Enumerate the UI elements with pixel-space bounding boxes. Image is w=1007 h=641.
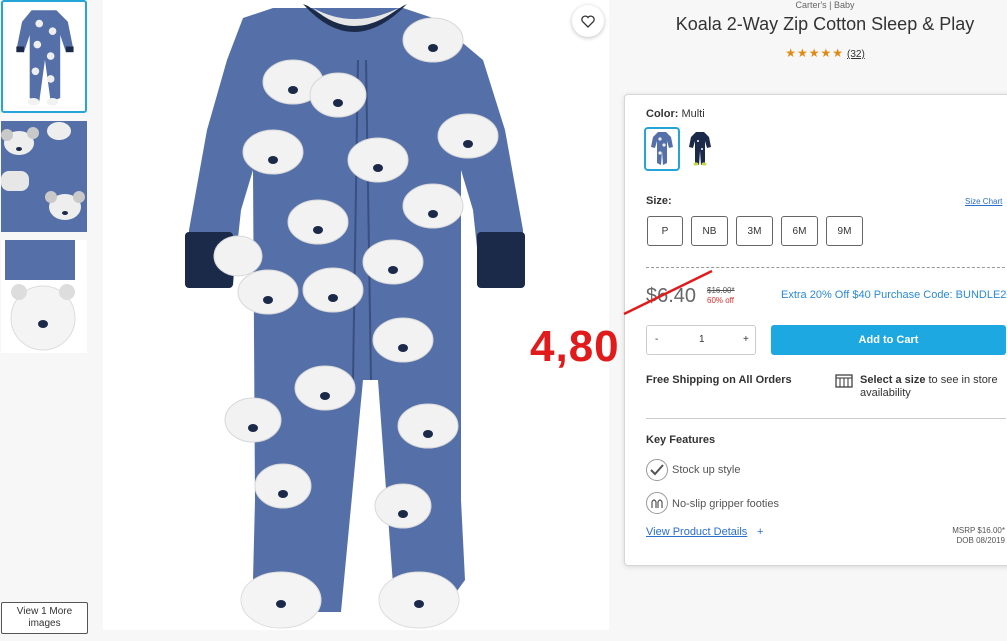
size-option-nb[interactable]: NB <box>691 216 728 246</box>
promo-link[interactable]: Extra 20% Off $40 Purchase Code: BUNDLE2… <box>781 289 1007 301</box>
feature-stock-up: Stock up style <box>672 464 741 476</box>
brand-breadcrumb[interactable]: Carter's | Baby <box>620 0 1007 10</box>
main-product-image <box>103 0 609 630</box>
size-option-p[interactable]: P <box>647 216 683 246</box>
price-strike-annotation <box>623 269 713 316</box>
product-title: Koala 2-Way Zip Cotton Sleep & Play <box>675 14 975 34</box>
size-chart-link[interactable]: Size Chart <box>965 197 1002 206</box>
color-value: Multi <box>681 108 705 120</box>
size-option-6m[interactable]: 6M <box>781 216 818 246</box>
quantity-value[interactable]: 1 <box>699 334 705 345</box>
purchase-panel: Color: Multi Size: Size Chart P NB 3M 6M… <box>624 94 1007 566</box>
store-icon <box>835 374 853 393</box>
quantity-increment-button[interactable]: + <box>743 334 749 345</box>
quantity-decrement-button[interactable]: - <box>655 334 658 345</box>
free-shipping-text: Free Shipping on All Orders <box>646 374 792 386</box>
product-page: View 1 More images Carter's | Baby Koala… <box>0 0 1007 641</box>
thumbnail-footie[interactable] <box>1 240 87 353</box>
view-product-details-link[interactable]: View Product Details <box>646 526 747 538</box>
thumbnail-rail: View 1 More images <box>0 0 92 641</box>
quantity-stepper[interactable]: - 1 + <box>646 325 756 355</box>
koala-blue-swatch[interactable] <box>644 127 680 171</box>
expand-plus-icon[interactable]: + <box>757 526 763 538</box>
divider <box>646 418 1006 419</box>
size-label: Size: <box>646 195 672 207</box>
key-features-title: Key Features <box>646 434 716 446</box>
size-option-9m[interactable]: 9M <box>826 216 863 246</box>
review-count-link[interactable]: (32) <box>847 49 865 60</box>
msrp-info: MSRP $16.00* DOB 08/2019 <box>952 526 1005 545</box>
thumbnail-fabric[interactable] <box>1 121 87 232</box>
view-more-images-button[interactable]: View 1 More images <box>1 602 88 634</box>
heart-icon <box>581 14 595 28</box>
star-rating-icons: ★★★★★ <box>785 46 844 60</box>
feature-gripper-footies: No-slip gripper footies <box>672 498 779 510</box>
favorite-button[interactable] <box>572 5 604 37</box>
store-availability[interactable]: Select a size to see in store availabili… <box>860 374 1007 400</box>
size-option-3m[interactable]: 3M <box>736 216 773 246</box>
add-to-cart-button[interactable]: Add to Cart <box>771 325 1006 355</box>
color-label: Color: Multi <box>646 108 705 120</box>
navy-swatch[interactable] <box>682 127 718 171</box>
checkmark-icon <box>646 459 668 481</box>
handwritten-price-annotation: 4,80 <box>530 322 620 371</box>
gripper-icon <box>646 492 668 514</box>
rating[interactable]: ★★★★★ (32) <box>620 46 1007 60</box>
thumbnail-front[interactable] <box>1 0 87 113</box>
